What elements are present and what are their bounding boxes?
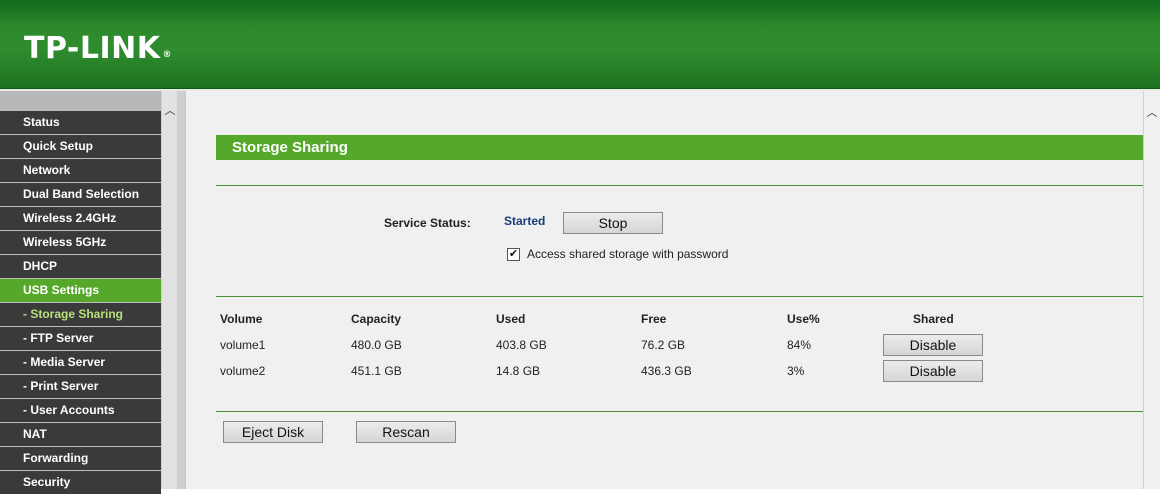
sidebar-item-network[interactable]: Network xyxy=(0,159,161,182)
service-status-label: Service Status: xyxy=(384,216,471,230)
table-cell-capacity: 451.1 GB xyxy=(351,364,402,378)
sidebar: Status Quick Setup Network Dual Band Sel… xyxy=(0,91,161,494)
tp-link-logo: TP-LINK ® xyxy=(24,31,172,67)
table-cell-free: 436.3 GB xyxy=(641,364,692,378)
column-header-used: Used xyxy=(496,312,526,326)
sidebar-item-usb-settings[interactable]: USB Settings xyxy=(0,279,161,302)
service-status-value: Started xyxy=(504,214,546,228)
column-header-capacity: Capacity xyxy=(351,312,402,326)
password-checkbox-label: Access shared storage with password xyxy=(527,247,729,261)
table-cell-use-percent: 84% xyxy=(787,338,812,352)
table-cell-use-percent: 3% xyxy=(787,364,805,378)
sidebar-scrollbar[interactable]: ︿ xyxy=(161,91,177,489)
divider-line xyxy=(216,296,1143,297)
scroll-up-arrow-icon[interactable]: ︿ xyxy=(1146,107,1158,119)
table-cell-free: 76.2 GB xyxy=(641,338,686,352)
rescan-button[interactable]: Rescan xyxy=(356,421,456,443)
sidebar-item-wireless-5ghz[interactable]: Wireless 5GHz xyxy=(0,231,161,254)
sidebar-item-quick-setup[interactable]: Quick Setup xyxy=(0,135,161,158)
scroll-up-arrow-icon[interactable]: ︿ xyxy=(164,105,176,117)
sidebar-item-media-server[interactable]: - Media Server xyxy=(0,351,161,374)
stop-button[interactable]: Stop xyxy=(563,212,663,234)
registered-mark: ® xyxy=(162,50,173,60)
sidebar-item-ftp-server[interactable]: - FTP Server xyxy=(0,327,161,350)
sidebar-item-status[interactable]: Status xyxy=(0,111,161,134)
logo-text: TP-LINK xyxy=(24,31,161,66)
disable-share-button[interactable]: Disable xyxy=(883,334,983,356)
table-cell-used: 14.8 GB xyxy=(496,364,541,378)
sidebar-item-storage-sharing[interactable]: - Storage Sharing xyxy=(0,303,161,326)
divider-line xyxy=(216,185,1143,186)
sidebar-item-dual-band-selection[interactable]: Dual Band Selection xyxy=(0,183,161,206)
password-checkbox[interactable]: ✔ xyxy=(507,248,520,261)
sidebar-item-print-server[interactable]: - Print Server xyxy=(0,375,161,398)
table-cell-used: 403.8 GB xyxy=(496,338,547,352)
column-header-free: Free xyxy=(641,312,667,326)
sidebar-item-dhcp[interactable]: DHCP xyxy=(0,255,161,278)
divider-line xyxy=(216,411,1143,412)
frame-divider xyxy=(177,91,185,489)
column-header-volume: Volume xyxy=(220,312,263,326)
sidebar-item-user-accounts[interactable]: - User Accounts xyxy=(0,399,161,422)
column-header-shared: Shared xyxy=(913,312,954,326)
table-cell-volume: volume2 xyxy=(220,364,266,378)
page-title: Storage Sharing xyxy=(216,135,1143,160)
sidebar-item-forwarding[interactable]: Forwarding xyxy=(0,447,161,470)
sidebar-menu: Status Quick Setup Network Dual Band Sel… xyxy=(0,111,161,495)
header-banner: TP-LINK ® xyxy=(0,0,1160,89)
table-cell-volume: volume1 xyxy=(220,338,266,352)
column-header-use-percent: Use% xyxy=(787,312,820,326)
disable-share-button[interactable]: Disable xyxy=(883,360,983,382)
table-cell-capacity: 480.0 GB xyxy=(351,338,402,352)
checkmark-icon: ✔ xyxy=(508,248,519,260)
eject-disk-button[interactable]: Eject Disk xyxy=(223,421,323,443)
sidebar-top-spacer xyxy=(0,91,161,111)
sidebar-item-nat[interactable]: NAT xyxy=(0,423,161,446)
sidebar-item-wireless-24ghz[interactable]: Wireless 2.4GHz xyxy=(0,207,161,230)
main-scrollbar[interactable]: ︿ xyxy=(1143,91,1160,489)
sidebar-item-security[interactable]: Security xyxy=(0,471,161,494)
